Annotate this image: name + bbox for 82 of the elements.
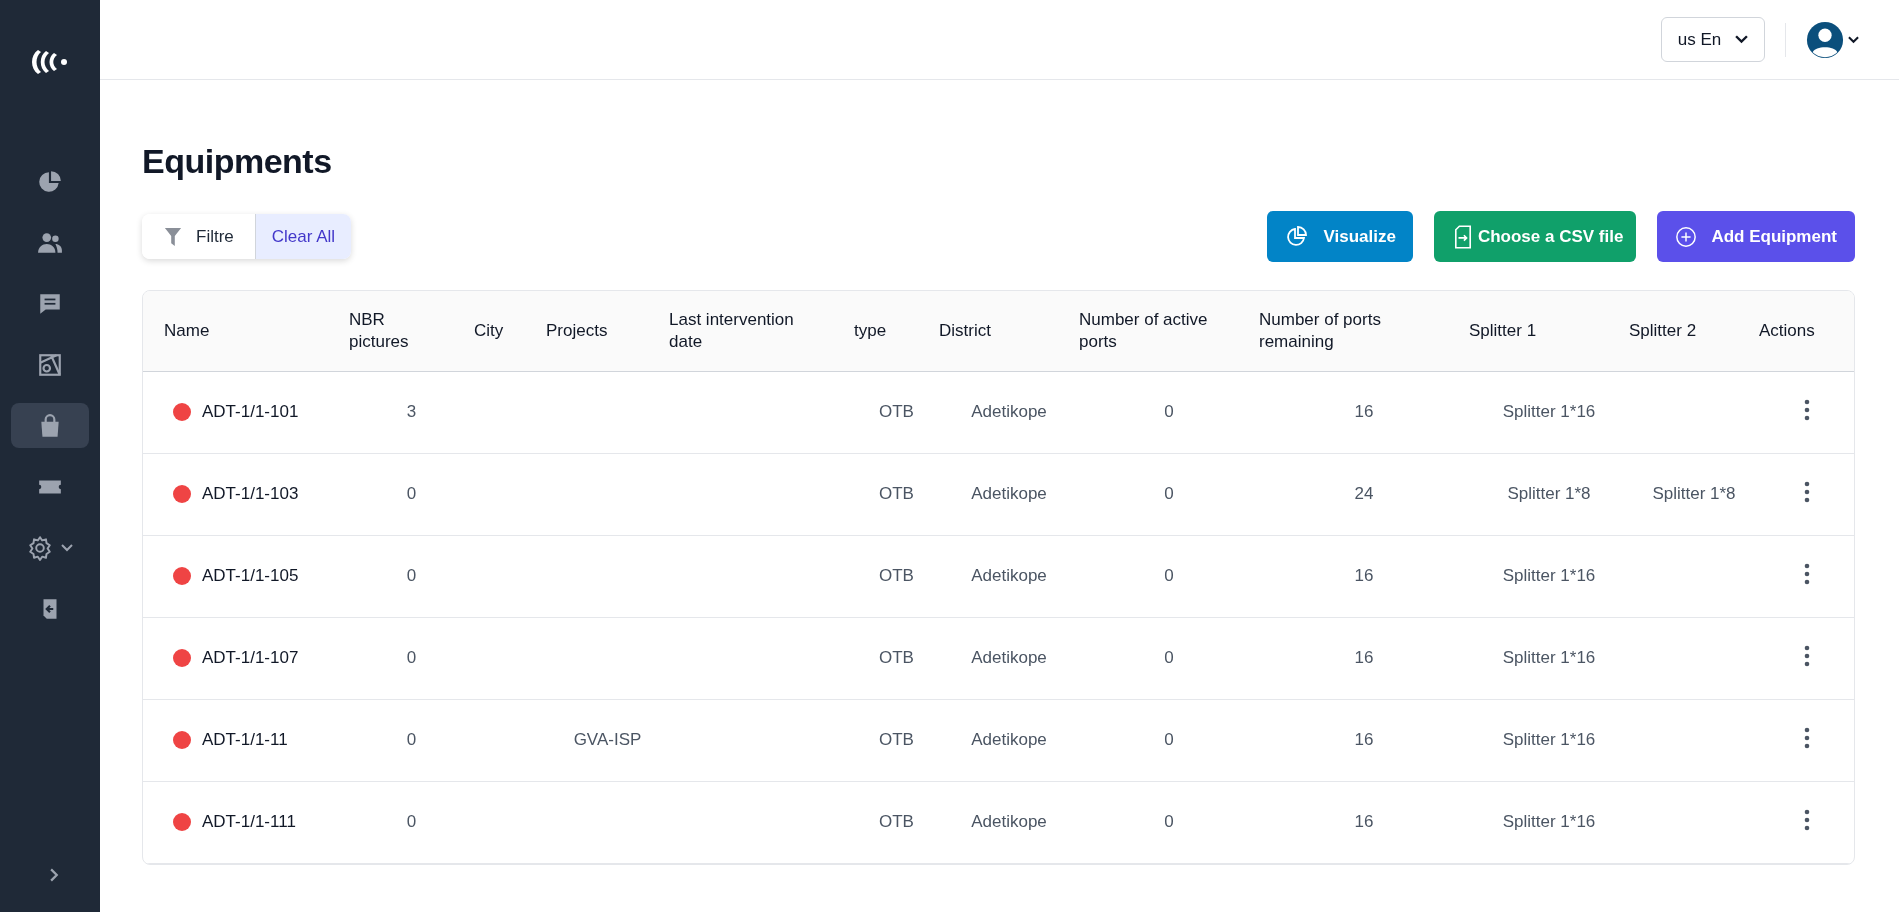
language-dropdown[interactable]: us En (1661, 17, 1765, 62)
table-cell: Splitter 1*8 (1652, 484, 1736, 503)
more-options-icon[interactable] (1803, 562, 1810, 585)
table-cell: 0 (406, 648, 417, 667)
table-cell: Adetikope (971, 812, 1047, 831)
table-cell: 16 (1354, 402, 1374, 421)
filter-button[interactable]: Filtre (142, 214, 255, 259)
column-header: Splitter 2 (1629, 320, 1697, 340)
table-cell: 0 (1164, 484, 1174, 503)
table-cell: Splitter 1*16 (1502, 402, 1596, 421)
column-header: type (854, 320, 887, 340)
table-cell: 16 (1354, 566, 1374, 585)
equipment-name: ADT-1/1-11 (202, 730, 288, 750)
plus-circle-icon (1675, 225, 1698, 248)
table-cell: Splitter 1*16 (1502, 730, 1596, 749)
table-cell: 0 (1164, 566, 1174, 585)
column-header: NBR pictures (349, 309, 409, 351)
column-header: Name (164, 320, 210, 340)
column-header: Actions (1759, 320, 1815, 340)
table-cell: 24 (1354, 484, 1374, 503)
table-cell: Adetikope (971, 566, 1047, 585)
equipment-name: ADT-1/1-101 (202, 402, 299, 422)
table-cell: Adetikope (971, 402, 1047, 421)
column-header: Last intervention date (669, 309, 794, 351)
table-cell: 16 (1354, 648, 1374, 667)
table-cell: Splitter 1*16 (1502, 566, 1596, 585)
column-header: City (474, 320, 504, 340)
funnel-icon (164, 226, 182, 247)
column-header: Number of ports remaining (1259, 309, 1381, 351)
more-options-icon[interactable] (1803, 644, 1810, 667)
column-header: Projects (546, 320, 608, 340)
table-cell: 0 (406, 484, 417, 503)
avatar-icon (1806, 20, 1844, 59)
column-header: District (939, 320, 991, 340)
table-cell: 0 (1164, 648, 1174, 667)
chevron-down-icon (1848, 35, 1859, 44)
page-title: Equipments (142, 142, 333, 181)
logo-icon (30, 47, 70, 77)
table-cell: OTB (879, 730, 914, 749)
table-cell: 0 (1164, 402, 1174, 421)
table-cell: 0 (1164, 730, 1174, 749)
equipment-name: ADT-1/1-111 (202, 812, 296, 832)
equipment-name: ADT-1/1-103 (202, 484, 299, 504)
pie-chart-icon (1285, 224, 1310, 249)
table-cell: Adetikope (971, 730, 1047, 749)
table-cell: 16 (1354, 730, 1374, 749)
more-options-icon[interactable] (1803, 480, 1810, 503)
chevron-down-icon (1735, 35, 1749, 44)
table-cell: GVA-ISP (573, 730, 642, 749)
settings-icon (27, 534, 53, 561)
table-cell: Splitter 1*16 (1502, 812, 1596, 831)
file-import-icon (1453, 224, 1472, 249)
table-cell: 0 (406, 812, 417, 831)
column-header: Number of active ports (1079, 309, 1208, 351)
table-cell: OTB (879, 812, 914, 831)
table-cell: Splitter 1*16 (1502, 648, 1596, 667)
table-cell: 0 (1164, 812, 1174, 831)
table-cell: OTB (879, 402, 914, 421)
user-menu[interactable] (1806, 20, 1859, 59)
more-options-icon[interactable] (1803, 808, 1810, 831)
table-cell: Adetikope (971, 648, 1047, 667)
equipment-name: ADT-1/1-107 (202, 648, 299, 668)
more-options-icon[interactable] (1803, 398, 1810, 421)
table-cell: 3 (406, 402, 417, 421)
table-cell: 0 (406, 566, 417, 585)
chevron-right-icon[interactable] (50, 868, 59, 882)
column-header: Splitter 1 (1469, 320, 1537, 340)
table-cell: 16 (1354, 812, 1374, 831)
table-cell: OTB (879, 566, 914, 585)
table-cell: OTB (879, 648, 914, 667)
sidebar-item[interactable] (11, 403, 89, 448)
table-cell: OTB (879, 484, 914, 503)
table-cell: Adetikope (971, 484, 1047, 503)
equipment-name: ADT-1/1-105 (202, 566, 299, 586)
visualize-button[interactable]: Visualize (1267, 211, 1413, 262)
table-cell: Splitter 1*8 (1507, 484, 1591, 503)
more-options-icon[interactable] (1803, 726, 1810, 749)
table-cell: 0 (406, 730, 417, 749)
map-icon (37, 351, 63, 378)
clear-all-button[interactable]: Clear All (254, 214, 352, 259)
add-button[interactable]: Add Equipment (1657, 211, 1855, 262)
pie-chart-icon (37, 168, 63, 195)
